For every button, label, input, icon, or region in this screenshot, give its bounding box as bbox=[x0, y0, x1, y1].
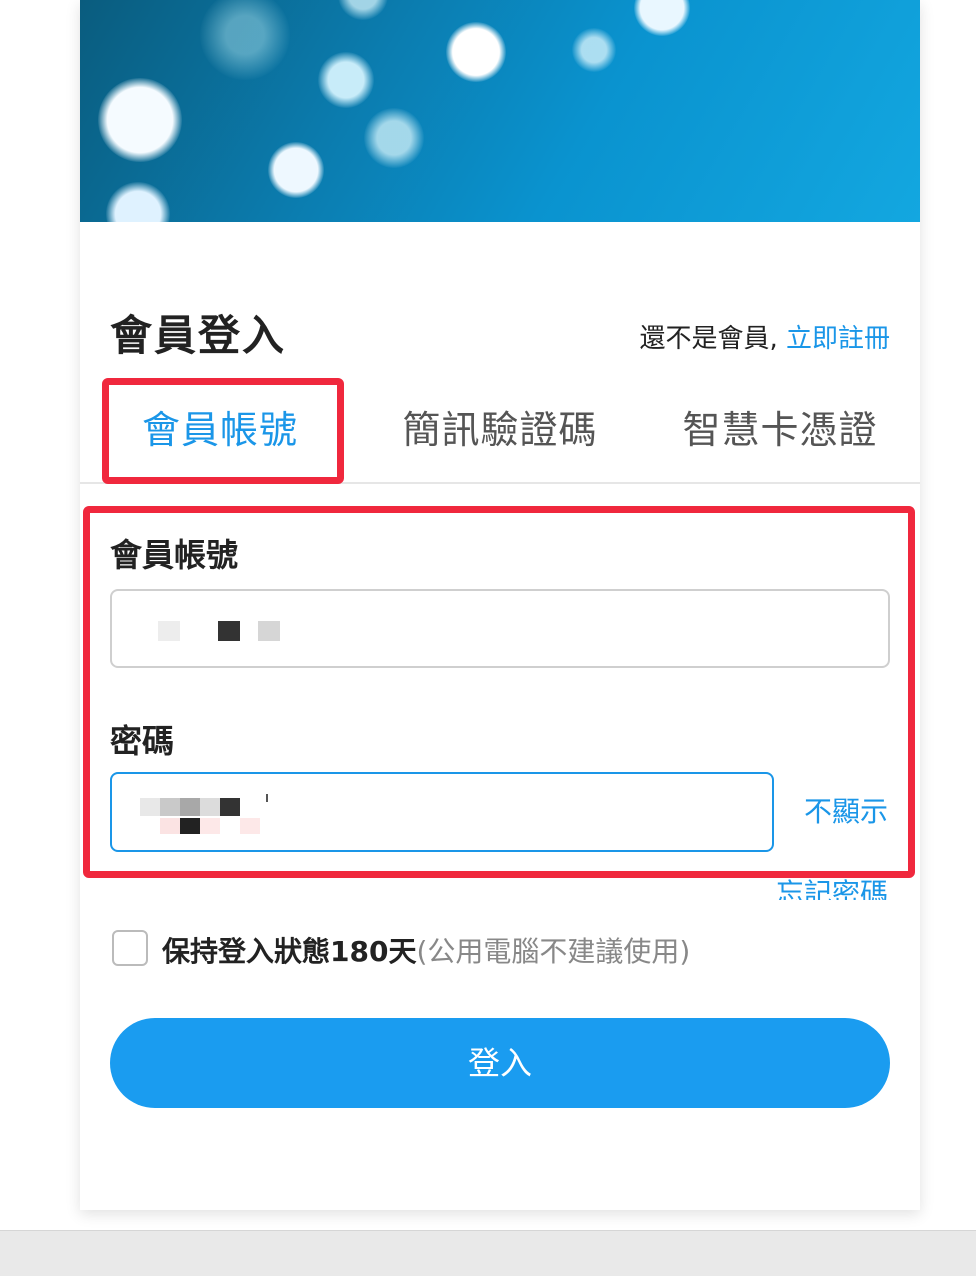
login-button[interactable]: 登入 bbox=[110, 1018, 890, 1108]
tab-sms-code[interactable]: 簡訊驗證碼 bbox=[380, 380, 620, 480]
register-link[interactable]: 立即註冊 bbox=[786, 324, 890, 354]
keep-login-checkbox[interactable] bbox=[112, 930, 148, 966]
keep-login-text: 保持登入狀態180天 bbox=[162, 935, 417, 968]
page-title: 會員登入 bbox=[110, 311, 287, 360]
register-prompt: 還不是會員, 立即註冊 bbox=[639, 318, 890, 355]
keep-login-label: 保持登入狀態180天(公用電腦不建議使用) bbox=[162, 930, 690, 970]
login-card: 會員登入 還不是會員, 立即註冊 會員帳號 簡訊驗證碼 智慧卡憑證 會員帳號 密… bbox=[80, 0, 920, 1210]
bottom-toolbar bbox=[0, 1230, 976, 1276]
tab-smart-card[interactable]: 智慧卡憑證 bbox=[660, 380, 900, 480]
keep-login-note: (公用電腦不建議使用) bbox=[416, 935, 691, 968]
register-prompt-text: 還不是會員, bbox=[639, 324, 778, 354]
banner-image bbox=[80, 0, 920, 222]
highlight-box-tab bbox=[102, 378, 344, 484]
highlight-box-form bbox=[83, 506, 915, 878]
